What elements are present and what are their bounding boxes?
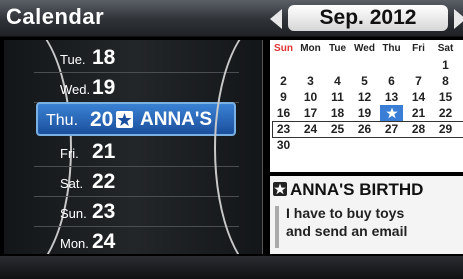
- calendar-day[interactable]: 14: [407, 89, 430, 105]
- header-bar: Calendar Sep. 2012: [0, 0, 463, 37]
- event-detail-panel[interactable]: ANNA'S BIRTHD I have to buy toys and sen…: [270, 176, 463, 254]
- weekday-header: Thu: [382, 43, 401, 54]
- day-row-selected[interactable]: Thu. 20 ANNA'S: [36, 102, 236, 136]
- day-of-week: Sun.: [60, 206, 87, 221]
- calendar-day[interactable]: 1: [434, 57, 457, 73]
- footer-bar: [0, 256, 463, 279]
- calendar-day[interactable]: 22: [434, 105, 457, 121]
- calendar-day[interactable]: 26: [353, 121, 376, 137]
- day-number: 18: [92, 46, 116, 69]
- day-of-week: Wed.: [60, 82, 91, 97]
- prev-month-arrow-icon[interactable]: [270, 9, 282, 29]
- month-label: Sep. 2012: [288, 5, 448, 31]
- day-row[interactable]: Mon. 24: [34, 226, 239, 254]
- day-of-week: Fri.: [60, 146, 79, 161]
- calendar-day[interactable]: [380, 57, 403, 73]
- calendar-day[interactable]: 15: [434, 89, 457, 105]
- calendar-day[interactable]: 30: [272, 137, 295, 153]
- day-row[interactable]: Wed. 19: [34, 72, 239, 103]
- calendar-day[interactable]: 24: [299, 121, 322, 137]
- calendar-day[interactable]: [299, 57, 322, 73]
- day-number: 23: [92, 200, 116, 223]
- calendar-day[interactable]: [407, 137, 430, 153]
- weekday-header: Wed: [354, 43, 375, 54]
- calendar-day[interactable]: 27: [380, 121, 403, 137]
- day-of-week: Mon.: [60, 236, 89, 251]
- event-star-icon: [116, 111, 133, 128]
- day-row[interactable]: Sun. 23: [34, 196, 239, 227]
- event-title: ANNA'S: [140, 109, 213, 130]
- calendar-day[interactable]: 17: [299, 105, 322, 121]
- day-of-week: Thu.: [46, 112, 79, 129]
- calendar-day[interactable]: 9: [272, 89, 295, 105]
- event-detail-title: ANNA'S BIRTHD: [290, 180, 424, 199]
- weekday-header: Fri: [412, 43, 425, 54]
- event-star-icon: [273, 182, 287, 196]
- note-marker: [275, 206, 279, 248]
- weekday-header: Tue: [328, 43, 347, 54]
- next-month-arrow-icon[interactable]: [454, 9, 463, 29]
- day-number: 21: [92, 140, 116, 163]
- calendar-day[interactable]: [434, 137, 457, 153]
- day-of-week: Tue.: [60, 52, 86, 67]
- calendar-day[interactable]: [380, 137, 403, 153]
- app-title: Calendar: [6, 4, 105, 29]
- calendar-day[interactable]: 13: [380, 89, 403, 105]
- month-calendar[interactable]: Sun Mon Tue Wed Thu Fri Sat 1 2 3 4 5 6 7 8 9 10 11 12 13 14…: [270, 40, 463, 172]
- calendar-day[interactable]: 21: [407, 105, 430, 121]
- calendar-day[interactable]: 16: [272, 105, 295, 121]
- weekday-header: Mon: [300, 43, 321, 54]
- weekday-header: Sun: [274, 43, 293, 54]
- calendar-day[interactable]: 23: [272, 121, 295, 137]
- calendar-day[interactable]: 3: [299, 73, 322, 89]
- calendar-day[interactable]: [326, 57, 349, 73]
- day-row[interactable]: Fri. 21: [34, 136, 239, 167]
- calendar-day[interactable]: [326, 137, 349, 153]
- calendar-day[interactable]: [407, 57, 430, 73]
- calendar-day[interactable]: 8: [434, 73, 457, 89]
- calendar-day[interactable]: 18: [326, 105, 349, 121]
- day-list[interactable]: Tue. 18 Wed. 19 Thu. 20 ANNA'S Fri. 21 S…: [4, 40, 263, 254]
- day-row[interactable]: Tue. 18: [34, 42, 239, 73]
- calendar-day[interactable]: 6: [380, 73, 403, 89]
- calendar-day[interactable]: 5: [353, 73, 376, 89]
- calendar-day[interactable]: [353, 57, 376, 73]
- event-detail-note: I have to buy toys and send an email: [286, 205, 408, 239]
- calendar-day[interactable]: [353, 137, 376, 153]
- event-day-star-icon[interactable]: [380, 105, 403, 121]
- calendar-day[interactable]: 4: [326, 73, 349, 89]
- calendar-day[interactable]: 11: [326, 89, 349, 105]
- calendar-day[interactable]: 25: [326, 121, 349, 137]
- calendar-day[interactable]: 7: [407, 73, 430, 89]
- calendar-day[interactable]: [299, 137, 322, 153]
- day-number: 20: [90, 108, 114, 131]
- day-of-week: Sat.: [60, 176, 84, 191]
- weekday-header: Sat: [437, 43, 454, 54]
- calendar-day[interactable]: 12: [353, 89, 376, 105]
- day-number: 24: [92, 230, 116, 253]
- calendar-day[interactable]: 29: [434, 121, 457, 137]
- calendar-day[interactable]: [272, 57, 295, 73]
- calendar-day[interactable]: 28: [407, 121, 430, 137]
- day-row[interactable]: Sat. 22: [34, 166, 239, 197]
- day-number: 19: [92, 76, 116, 99]
- calendar-day[interactable]: 10: [299, 89, 322, 105]
- calendar-day[interactable]: 19: [353, 105, 376, 121]
- day-number: 22: [92, 170, 116, 193]
- calendar-day[interactable]: 2: [272, 73, 295, 89]
